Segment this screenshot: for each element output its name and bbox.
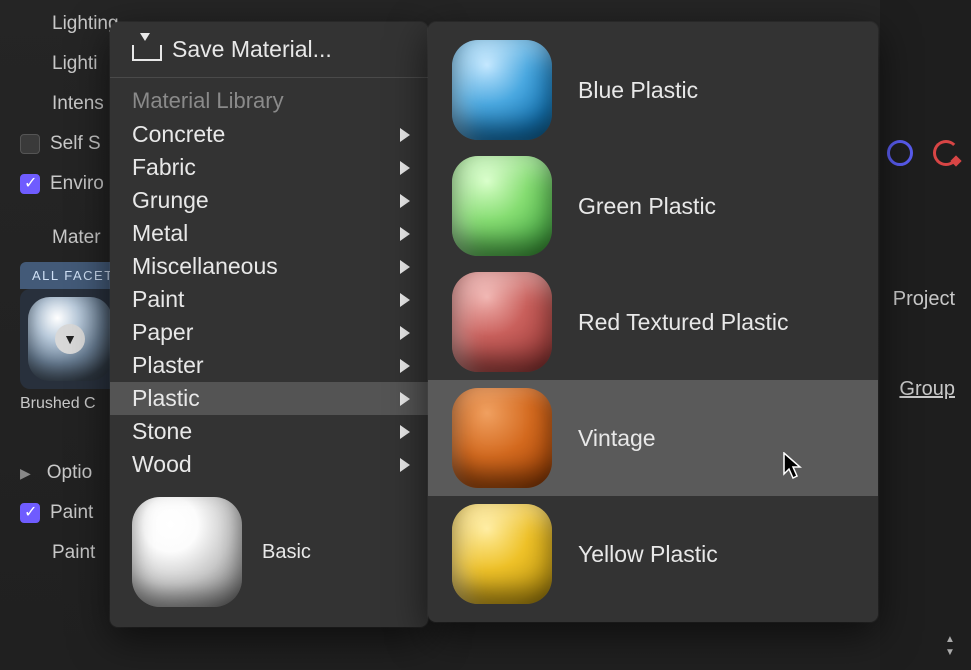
label: Blue Plastic — [578, 77, 698, 104]
submenu-arrow-icon — [400, 227, 410, 241]
checkbox-self-shadow[interactable] — [20, 134, 40, 154]
menu-item-category-wood[interactable]: Wood — [110, 448, 428, 481]
submenu-item-red-textured-plastic[interactable]: Red Textured Plastic — [428, 264, 878, 380]
material-preview-ball — [452, 388, 552, 488]
label: Lighti — [52, 53, 97, 75]
submenu-arrow-icon — [400, 425, 410, 439]
material-preview-ball — [452, 156, 552, 256]
label-project[interactable]: Project — [893, 288, 955, 311]
label: Plaster — [132, 352, 204, 379]
menu-item-category-grunge[interactable]: Grunge — [110, 184, 428, 217]
label: Save Material... — [172, 36, 332, 63]
menu-item-save-material[interactable]: Save Material... — [110, 32, 428, 75]
submenu-arrow-icon — [400, 326, 410, 340]
label: Stone — [132, 418, 192, 445]
label: Vintage — [578, 425, 656, 452]
label: Paint — [132, 286, 184, 313]
label: Concrete — [132, 121, 225, 148]
menu-item-category-paint[interactable]: Paint — [110, 283, 428, 316]
material-context-menu: Save Material... Material Library Concre… — [110, 22, 428, 627]
basic-material-preview — [132, 497, 242, 607]
material-preview-ball — [452, 272, 552, 372]
label-group[interactable]: Group — [899, 378, 955, 401]
disclosure-triangle-icon[interactable]: ▶ — [20, 465, 31, 482]
label: Optio — [47, 462, 92, 484]
label: Grunge — [132, 187, 209, 214]
submenu-arrow-icon — [400, 161, 410, 175]
stepper-up-icon[interactable]: ▲ — [945, 634, 959, 645]
save-icon — [132, 39, 158, 61]
menu-separator — [110, 77, 428, 78]
submenu-item-green-plastic[interactable]: Green Plastic — [428, 148, 878, 264]
submenu-arrow-icon — [400, 392, 410, 406]
material-preview-ball — [452, 504, 552, 604]
value-stepper[interactable]: ▲ ▼ — [945, 634, 959, 658]
label: Fabric — [132, 154, 196, 181]
circle-whole-icon[interactable] — [887, 140, 913, 166]
menu-item-category-miscellaneous[interactable]: Miscellaneous — [110, 250, 428, 283]
label: Paint — [52, 542, 95, 564]
label: Plastic — [132, 385, 200, 412]
submenu-arrow-icon — [400, 128, 410, 142]
menu-item-category-metal[interactable]: Metal — [110, 217, 428, 250]
menu-item-category-stone[interactable]: Stone — [110, 415, 428, 448]
material-popup-arrow-icon[interactable]: ▼ — [55, 324, 85, 354]
submenu-arrow-icon — [400, 458, 410, 472]
menu-item-category-concrete[interactable]: Concrete — [110, 118, 428, 151]
submenu-item-vintage[interactable]: Vintage — [428, 380, 878, 496]
material-swatch[interactable]: ▼ — [20, 289, 120, 389]
submenu-arrow-icon — [400, 260, 410, 274]
checkbox-paint[interactable] — [20, 503, 40, 523]
checkbox-environment[interactable] — [20, 174, 40, 194]
menu-item-category-fabric[interactable]: Fabric — [110, 151, 428, 184]
menu-item-category-paper[interactable]: Paper — [110, 316, 428, 349]
label: Yellow Plastic — [578, 541, 718, 568]
topright-icons — [887, 140, 959, 166]
label: Self S — [50, 133, 101, 155]
menu-item-category-plastic[interactable]: Plastic — [110, 382, 428, 415]
menu-item-category-plaster[interactable]: Plaster — [110, 349, 428, 382]
label: Basic — [262, 541, 311, 564]
submenu-arrow-icon — [400, 293, 410, 307]
label: Lighting — [52, 13, 119, 35]
label: Paint — [50, 502, 93, 524]
label: Paper — [132, 319, 193, 346]
label: Intens — [52, 93, 104, 115]
label: Miscellaneous — [132, 253, 278, 280]
submenu-item-blue-plastic[interactable]: Blue Plastic — [428, 32, 878, 148]
menu-item-basic[interactable]: Basic — [110, 481, 428, 617]
submenu-item-yellow-plastic[interactable]: Yellow Plastic — [428, 496, 878, 612]
submenu-arrow-icon — [400, 359, 410, 373]
material-submenu-plastic: Blue Plastic Green Plastic Red Textured Pl… — [428, 22, 878, 622]
label: Mater — [52, 227, 101, 249]
circle-open-icon[interactable] — [933, 140, 959, 166]
menu-group-label: Material Library — [110, 86, 428, 118]
stepper-down-icon[interactable]: ▼ — [945, 647, 959, 658]
label: Enviro — [50, 173, 104, 195]
label: Red Textured Plastic — [578, 309, 789, 336]
submenu-arrow-icon — [400, 194, 410, 208]
label: Green Plastic — [578, 193, 716, 220]
label: Wood — [132, 451, 192, 478]
material-preview-ball — [452, 40, 552, 140]
label: Metal — [132, 220, 188, 247]
